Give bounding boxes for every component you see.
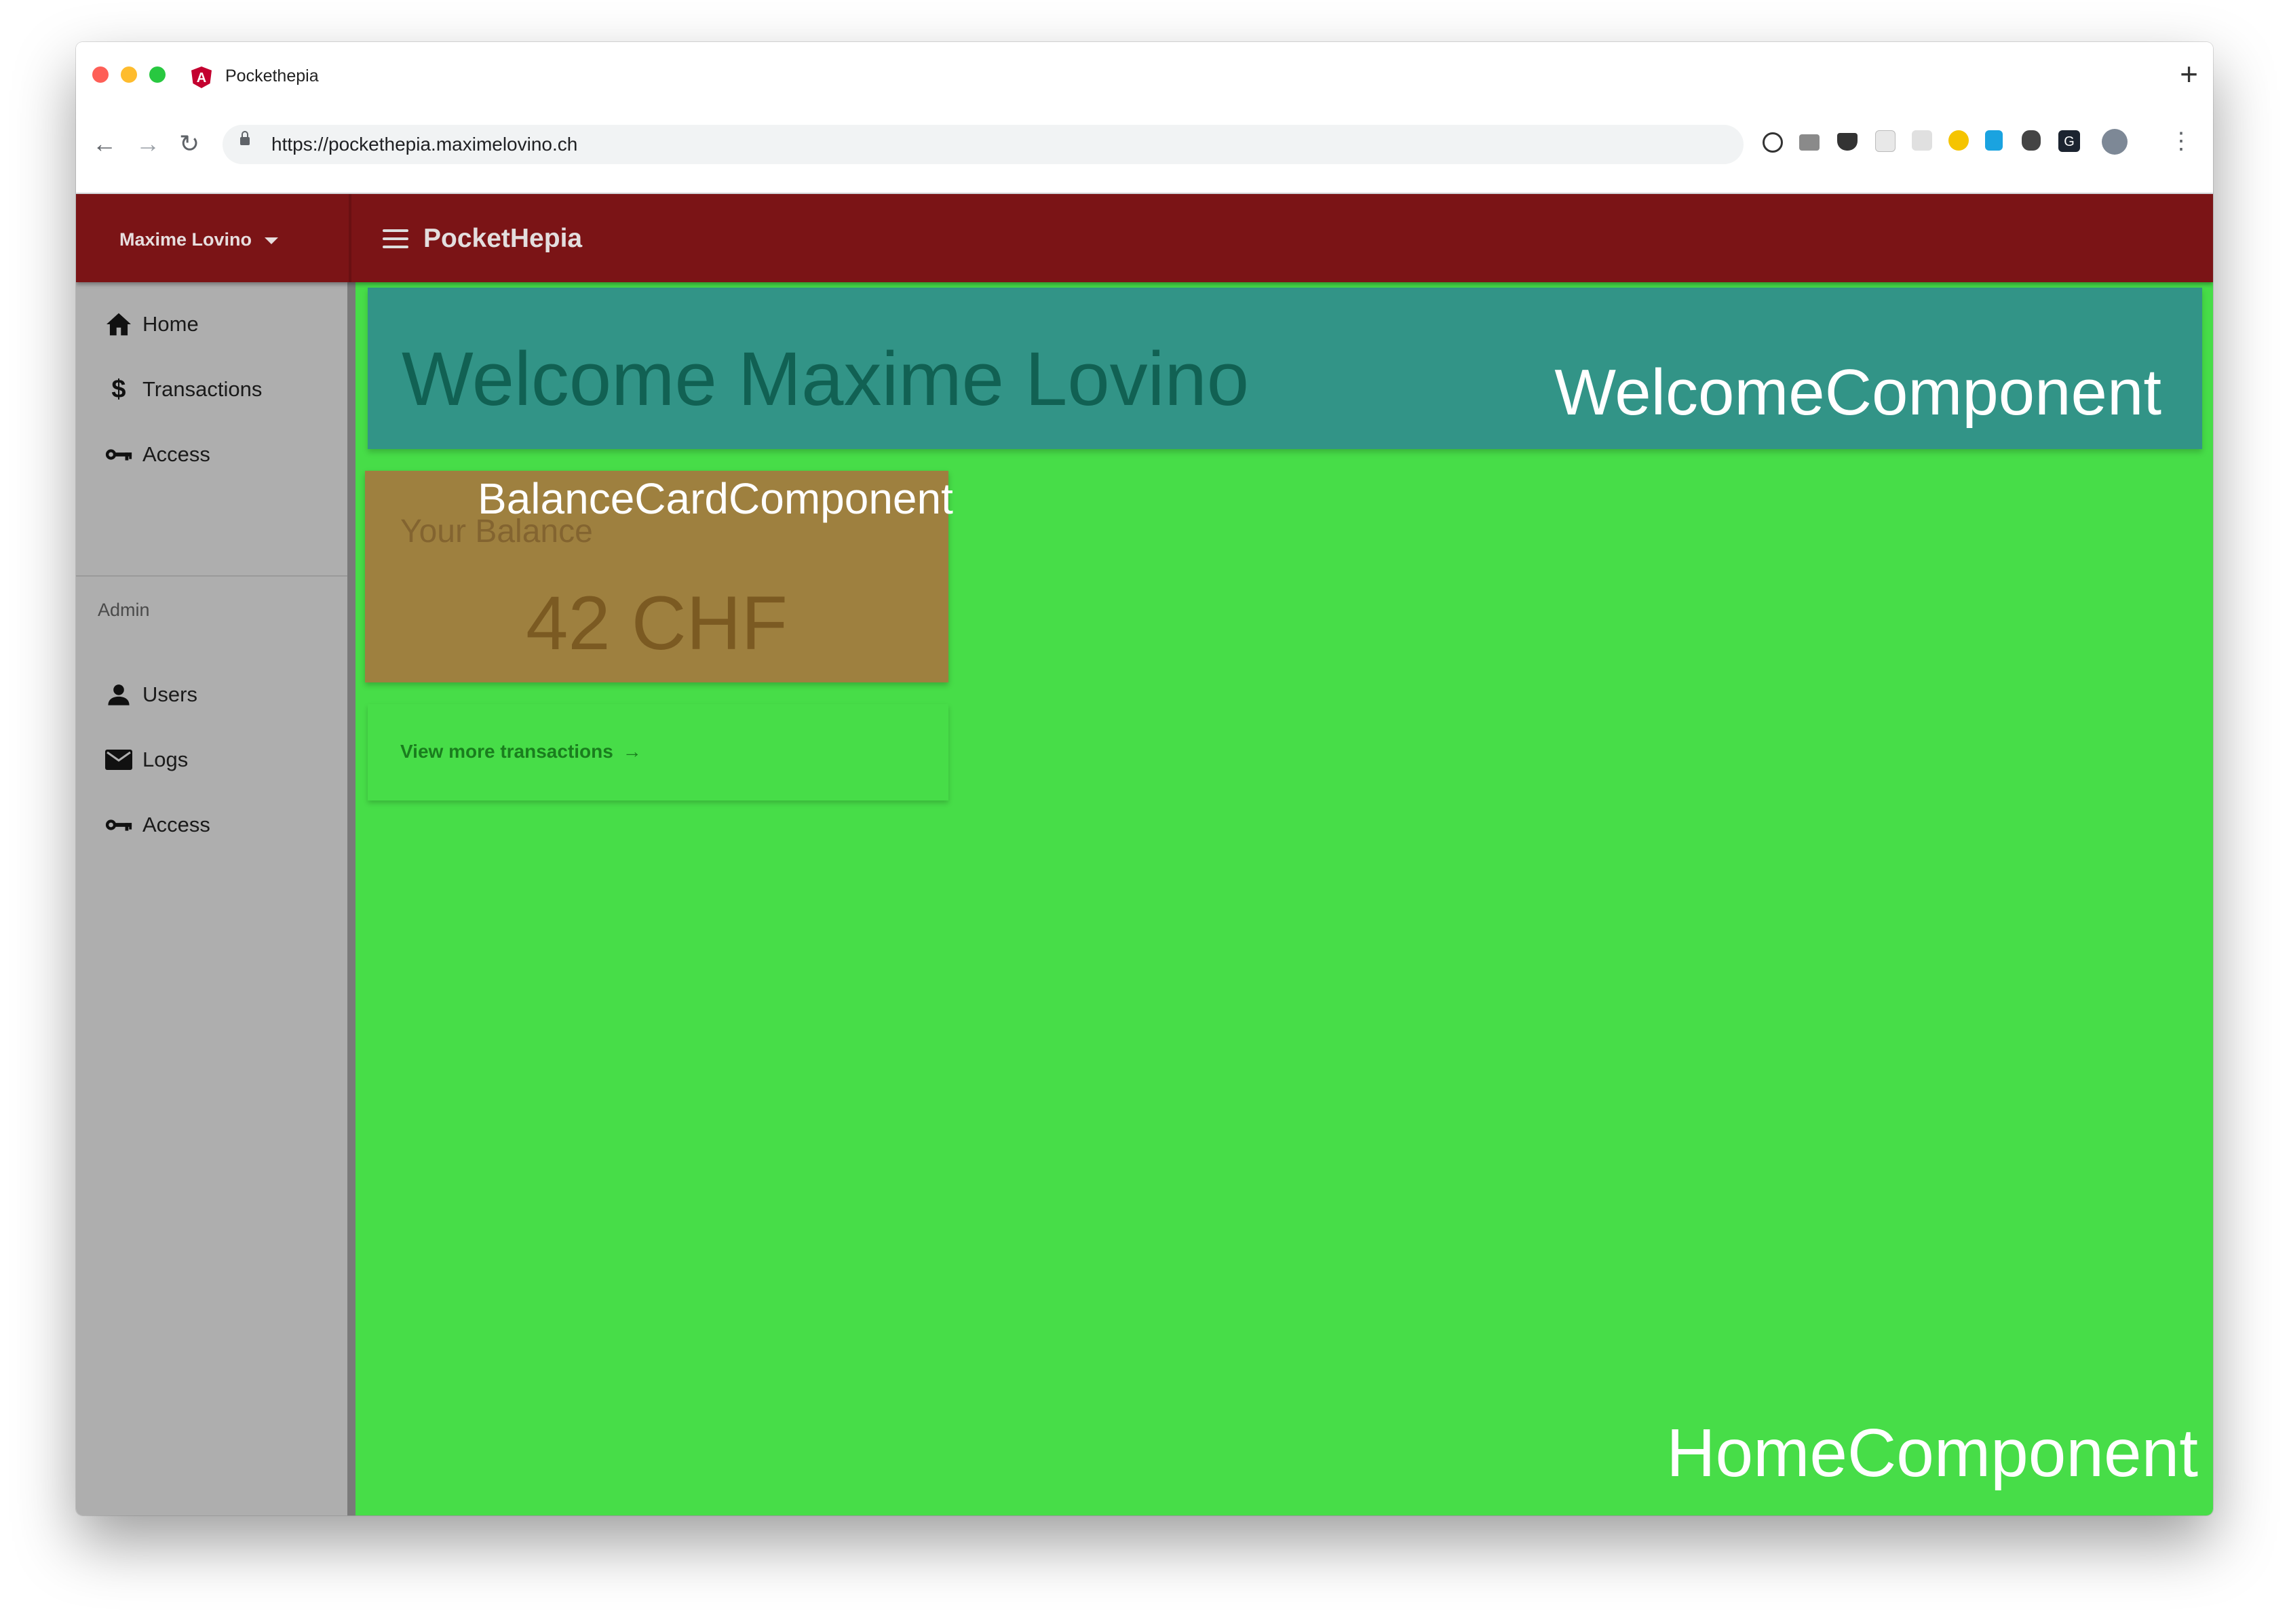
- forward-button[interactable]: →: [136, 130, 160, 157]
- card-actions: View more transactions →: [368, 704, 948, 800]
- sidebar-item-label: Access: [142, 442, 210, 466]
- camera-extension-icon[interactable]: [1799, 134, 1820, 151]
- balance-card-component: Your Balance BalanceCardComponent 42 CHF: [365, 471, 953, 682]
- ghost-extension-icon[interactable]: [1985, 130, 2003, 151]
- mail-icon: [104, 746, 133, 774]
- sidebar: Home $ Transactions Access Admin Users L…: [76, 282, 347, 1515]
- maximize-window-button[interactable]: [149, 66, 166, 83]
- toolbar-divider: [349, 194, 351, 282]
- home-icon: [104, 310, 133, 339]
- address-bar: ← → ↻ https://pockethepia.maximelovino.c…: [76, 110, 2213, 194]
- browser-window: A Pockethepia + ← → ↻ https://pockethepi…: [76, 42, 2213, 1515]
- sidebar-divider: [76, 575, 347, 577]
- grammarly-extension-icon[interactable]: G: [2058, 130, 2080, 152]
- view-more-transactions-link[interactable]: View more transactions →: [400, 741, 642, 762]
- tab-bar: A Pockethepia +: [76, 42, 2213, 110]
- sidebar-item-admin-access[interactable]: Access: [104, 806, 210, 844]
- key-icon: [104, 440, 133, 469]
- user-menu-button[interactable]: Maxime Lovino: [119, 229, 252, 250]
- person-icon: [104, 680, 133, 709]
- lock-icon: [240, 131, 250, 145]
- sidebar-item-users[interactable]: Users: [104, 676, 197, 714]
- angular-favicon-icon: A: [191, 66, 212, 88]
- arrow-right-icon: →: [622, 741, 642, 762]
- minimize-window-button[interactable]: [121, 66, 137, 83]
- key-icon: [104, 811, 133, 839]
- sidebar-item-label: Transactions: [142, 377, 263, 401]
- moon-extension-icon[interactable]: [1948, 130, 1969, 151]
- sidebar-item-transactions[interactable]: $ Transactions: [104, 370, 262, 408]
- url-text: https://pockethepia.maximelovino.ch: [271, 134, 578, 155]
- sidebar-item-logs[interactable]: Logs: [104, 741, 188, 779]
- sidebar-item-label: Access: [142, 813, 210, 836]
- evernote-extension-icon[interactable]: [2022, 130, 2041, 151]
- sidebar-item-access[interactable]: Access: [104, 436, 210, 473]
- avatar[interactable]: [2102, 129, 2128, 155]
- home-component: HomeComponent: [355, 282, 2213, 1515]
- caret-down-icon[interactable]: [265, 237, 278, 244]
- admin-section-header: Admin: [98, 600, 150, 620]
- reload-button[interactable]: ↻: [179, 130, 199, 157]
- sidebar-item-label: Users: [142, 682, 197, 706]
- pocket-extension-icon[interactable]: [1837, 133, 1858, 151]
- new-tab-button[interactable]: +: [2180, 57, 2198, 91]
- 1password-extension-icon[interactable]: [1763, 132, 1783, 153]
- welcome-component-label: WelcomeComponent: [1554, 356, 2161, 429]
- close-window-button[interactable]: [92, 66, 109, 83]
- welcome-title: Welcome Maxime Lovino: [402, 336, 1250, 421]
- url-input[interactable]: https://pockethepia.maximelovino.ch: [223, 125, 1744, 164]
- sidebar-edge: [347, 282, 355, 1515]
- balance-card-component-label: BalanceCardComponent: [478, 474, 953, 523]
- hamburger-menu-icon[interactable]: [383, 229, 408, 248]
- sidebar-item-label: Home: [142, 312, 199, 336]
- tex-extension-icon[interactable]: [1875, 130, 1896, 152]
- grid-extension-icon[interactable]: [1912, 130, 1932, 151]
- app-root: Maxime Lovino PocketHepia Home $ Transac…: [76, 194, 2213, 1515]
- sidebar-item-label: Logs: [142, 748, 189, 771]
- view-more-label: View more transactions: [400, 741, 613, 762]
- welcome-component: Welcome Maxime Lovino WelcomeComponent: [368, 288, 2202, 449]
- dollar-icon: $: [111, 374, 126, 404]
- home-component-label: HomeComponent: [1666, 1415, 2198, 1491]
- balance-amount: 42 CHF: [526, 581, 788, 665]
- app-toolbar: Maxime Lovino PocketHepia: [76, 194, 2213, 282]
- app-title: PocketHepia: [423, 224, 583, 253]
- tab-title[interactable]: Pockethepia: [225, 66, 319, 86]
- sidebar-item-home[interactable]: Home: [104, 305, 199, 343]
- back-button[interactable]: ←: [92, 130, 117, 157]
- browser-menu-button[interactable]: ⋮: [2170, 128, 2193, 155]
